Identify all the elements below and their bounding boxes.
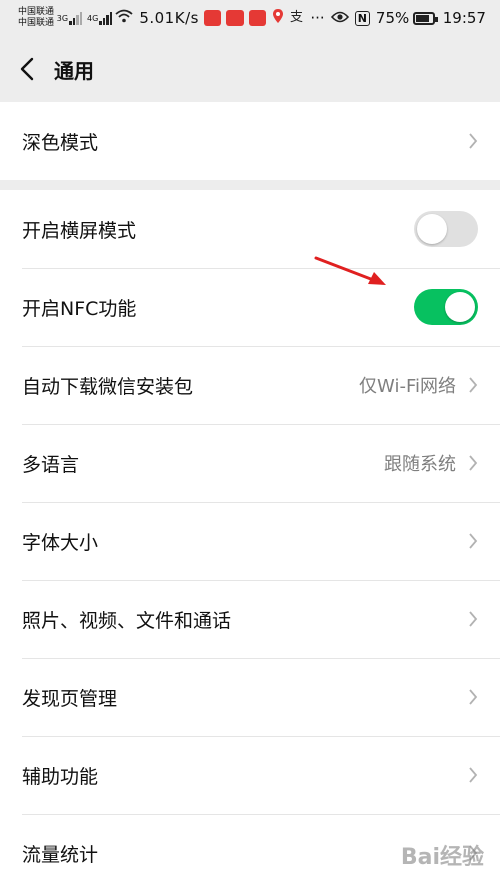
row-dark-mode[interactable]: 深色模式 bbox=[0, 102, 500, 180]
row-label: 字体大小 bbox=[22, 531, 99, 554]
chevron-right-icon bbox=[468, 454, 478, 472]
more-notifications: ··· bbox=[310, 9, 325, 27]
row-font-size[interactable]: 字体大小 bbox=[0, 502, 500, 580]
chevron-right-icon bbox=[468, 610, 478, 628]
row-label: 照片、视频、文件和通话 bbox=[22, 609, 232, 632]
svg-text:支: 支 bbox=[290, 10, 303, 23]
row-media[interactable]: 照片、视频、文件和通话 bbox=[0, 580, 500, 658]
nav-header: 通用 bbox=[0, 36, 500, 102]
row-accessibility[interactable]: 辅助功能 bbox=[0, 736, 500, 814]
location-icon bbox=[272, 8, 284, 28]
landscape-toggle[interactable] bbox=[414, 211, 478, 247]
row-language[interactable]: 多语言 跟随系统 bbox=[0, 424, 500, 502]
battery-percent: 75% bbox=[375, 9, 410, 27]
chevron-right-icon bbox=[468, 132, 478, 150]
row-landscape-mode: 开启横屏模式 bbox=[0, 190, 500, 268]
row-value: 仅Wi-Fi网络 bbox=[359, 376, 456, 397]
baidu-watermark-logo: Bai经验 bbox=[400, 845, 484, 870]
eye-icon bbox=[330, 9, 349, 27]
back-button[interactable] bbox=[0, 36, 54, 102]
row-value: 跟随系统 bbox=[384, 454, 456, 475]
section-appearance: 深色模式 bbox=[0, 102, 500, 180]
row-label: 开启NFC功能 bbox=[22, 297, 137, 320]
chevron-right-icon bbox=[468, 766, 478, 784]
signal-icon bbox=[69, 11, 83, 25]
taobao-icon bbox=[226, 10, 244, 26]
clock: 19:57 bbox=[442, 9, 486, 27]
battery-icon bbox=[413, 11, 439, 25]
nfc-toggle[interactable] bbox=[414, 289, 478, 325]
row-nfc: 开启NFC功能 bbox=[0, 268, 500, 346]
alipay-icon: 支 bbox=[290, 9, 304, 27]
row-auto-download[interactable]: 自动下载微信安装包 仅Wi-Fi网络 bbox=[0, 346, 500, 424]
network-type-1: 3G bbox=[56, 13, 69, 23]
carrier-1: 中国联通 bbox=[18, 7, 55, 17]
network-type-2: 4G bbox=[87, 13, 99, 23]
row-label: 辅助功能 bbox=[22, 765, 99, 788]
chevron-right-icon bbox=[468, 688, 478, 706]
back-chevron-icon bbox=[20, 57, 34, 81]
row-discover-manage[interactable]: 发现页管理 bbox=[0, 658, 500, 736]
nfc-icon: N bbox=[354, 10, 370, 26]
section-general: 开启横屏模式 开启NFC功能 自动下载微信安装包 仅Wi-Fi网络 多语言 跟随… bbox=[0, 190, 500, 889]
ecommerce-icon bbox=[248, 10, 267, 26]
carrier-2: 中国联通 bbox=[18, 18, 55, 28]
wifi-icon bbox=[115, 9, 133, 27]
row-label: 自动下载微信安装包 bbox=[22, 375, 194, 398]
page-title: 通用 bbox=[54, 58, 94, 83]
net-speed: 5.01K/s bbox=[139, 9, 199, 27]
signal-icon bbox=[99, 11, 113, 25]
row-label: 深色模式 bbox=[22, 131, 99, 154]
chevron-right-icon bbox=[468, 532, 478, 550]
chevron-right-icon bbox=[468, 376, 478, 394]
sina-weibo-icon bbox=[203, 10, 222, 26]
row-label: 发现页管理 bbox=[22, 687, 118, 710]
status-bar: 中国联通 中国联通 3G 4G 5.01K/s 支 ··· N 75% 19:5… bbox=[0, 0, 500, 36]
carrier-labels: 中国联通 中国联通 bbox=[18, 7, 55, 29]
row-label: 开启横屏模式 bbox=[22, 219, 137, 242]
row-label: 多语言 bbox=[22, 453, 80, 476]
